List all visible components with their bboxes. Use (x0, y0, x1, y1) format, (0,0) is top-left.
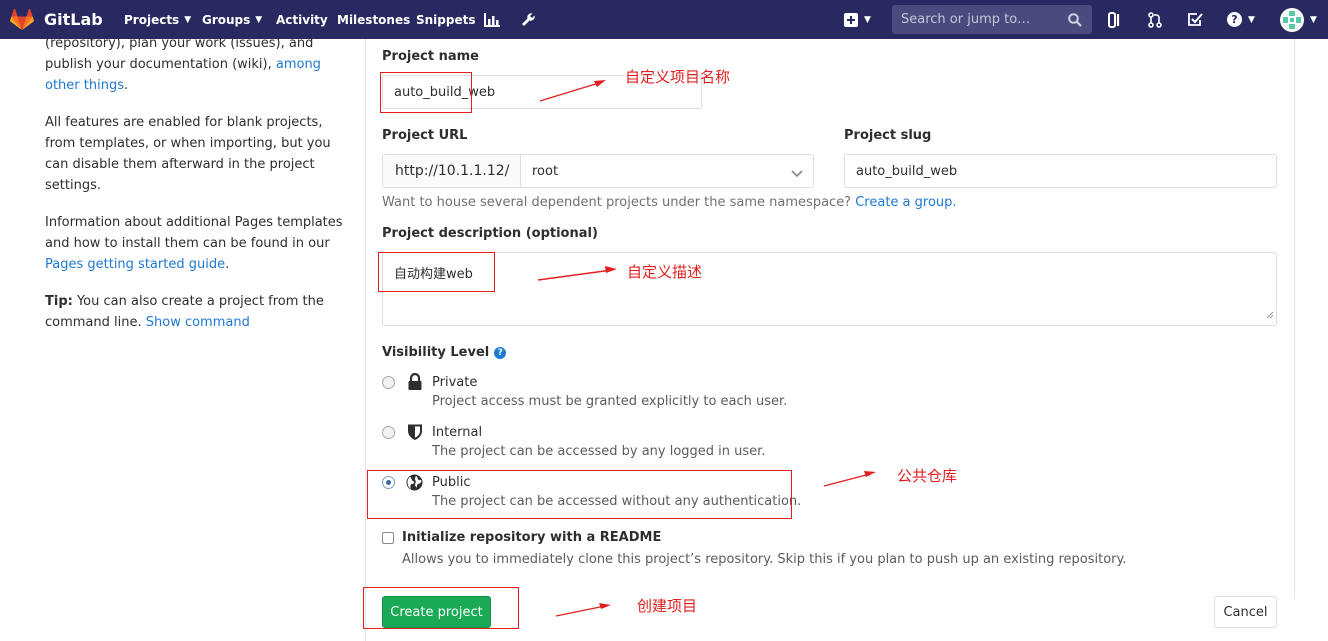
merge-request-icon[interactable] (1148, 0, 1162, 39)
readme-checkbox[interactable] (382, 532, 394, 544)
annotation-public: 公共仓库 (897, 467, 958, 485)
visibility-internal-name: Internal (432, 425, 483, 440)
search-icon[interactable] (1068, 12, 1082, 31)
readme-label[interactable]: Initialize repository with a README (402, 530, 661, 545)
annotation-box-project-name (380, 72, 472, 113)
search-input[interactable] (901, 12, 1066, 27)
cancel-button[interactable]: Cancel (1214, 596, 1277, 628)
visibility-internal-desc: The project can be accessed by any logge… (432, 444, 766, 459)
help-dropdown[interactable]: ? ▼ (1227, 0, 1255, 39)
avatar (1280, 7, 1304, 32)
shield-icon (407, 423, 425, 441)
sidebar-paragraph-pages: Information about additional Pages templ… (45, 212, 345, 275)
sidebar-paragraph-features: (repository), plan your work (issues), a… (45, 33, 345, 96)
annotation-arrow-icon (537, 266, 617, 281)
annotation-create: 创建项目 (637, 597, 698, 615)
project-slug-label: Project slug (844, 128, 932, 143)
question-circle-icon[interactable]: ? (494, 346, 507, 359)
chevron-down-icon: ▼ (255, 14, 263, 25)
sidebar-paragraph-tip: Tip: You can also create a project from … (45, 291, 345, 333)
todo-icon[interactable] (1187, 0, 1203, 39)
tip-label: Tip: (45, 294, 73, 309)
create-group-link[interactable]: Create a group. (855, 195, 956, 210)
project-name-label: Project name (382, 49, 479, 64)
annotation-box-create (363, 587, 519, 629)
description-textarea[interactable]: 自动构建web (382, 252, 1277, 326)
chevron-down-icon: ▼ (1248, 14, 1255, 25)
visibility-private-name: Private (432, 375, 478, 390)
sidebar-text: (repository), plan your work (issues), a… (45, 36, 314, 72)
description-label: Project description (optional) (382, 226, 598, 241)
sidebar-info: (repository), plan your work (issues), a… (45, 33, 345, 349)
annotation-box-public (367, 470, 792, 519)
sidebar-text: Information about additional Pages templ… (45, 215, 343, 251)
visibility-private-desc: Project access must be granted explicitl… (432, 394, 788, 409)
user-menu[interactable]: ▼ (1280, 0, 1317, 39)
radio-internal[interactable] (382, 426, 395, 439)
sidebar-text: . (123, 78, 129, 93)
chevron-down-icon: ▼ (184, 14, 192, 25)
annotation-arrow-icon (555, 603, 611, 617)
namespace-value: root (532, 163, 559, 179)
chevron-down-icon: ▼ (864, 14, 871, 25)
new-dropdown-icon[interactable]: ▼ (844, 0, 871, 39)
visibility-level-label: Visibility Level ? (382, 345, 507, 360)
wrench-icon[interactable] (521, 0, 536, 39)
namespace-help-text: Want to house several dependent projects… (382, 195, 856, 210)
help-icon: ? (1227, 12, 1242, 27)
panel-border (1294, 39, 1295, 599)
sidebar-text: . (225, 257, 230, 272)
nav-projects-label: Projects (124, 12, 180, 27)
resize-grip-icon[interactable] (1266, 308, 1274, 323)
issues-icon[interactable] (1108, 0, 1122, 39)
url-prefix: http://10.1.1.12/ (382, 154, 521, 188)
annotation-project-name: 自定义项目名称 (625, 68, 731, 86)
annotation-arrow-icon (823, 471, 876, 487)
nav-groups-label: Groups (202, 12, 251, 27)
visibility-level-text: Visibility Level (382, 345, 490, 360)
readme-help: Allows you to immediately clone this pro… (402, 552, 1127, 567)
nav-milestones[interactable]: Milestones (337, 0, 410, 39)
sidebar-paragraph-blank: All features are enabled for blank proje… (45, 115, 331, 193)
annotation-arrow-icon (539, 80, 606, 102)
column-divider (365, 39, 366, 641)
pages-guide-link[interactable]: Pages getting started guide (45, 257, 225, 272)
search-box[interactable] (892, 5, 1092, 34)
namespace-select[interactable]: root (520, 154, 814, 188)
annotation-box-description (378, 252, 495, 292)
chevron-down-icon: ▼ (1310, 14, 1317, 25)
radio-private[interactable] (382, 376, 395, 389)
lock-icon (407, 372, 425, 391)
project-url-label: Project URL (382, 128, 468, 143)
show-command-link[interactable]: Show command (146, 315, 250, 330)
namespace-help: Want to house several dependent projects… (382, 195, 957, 210)
project-slug-input[interactable]: auto_build_web (844, 154, 1277, 188)
annotation-description: 自定义描述 (627, 263, 703, 281)
gitlab-logo-icon[interactable] (10, 0, 36, 39)
chart-icon[interactable] (484, 0, 500, 39)
chevron-down-icon (791, 167, 803, 182)
nav-snippets[interactable]: Snippets (416, 0, 476, 39)
